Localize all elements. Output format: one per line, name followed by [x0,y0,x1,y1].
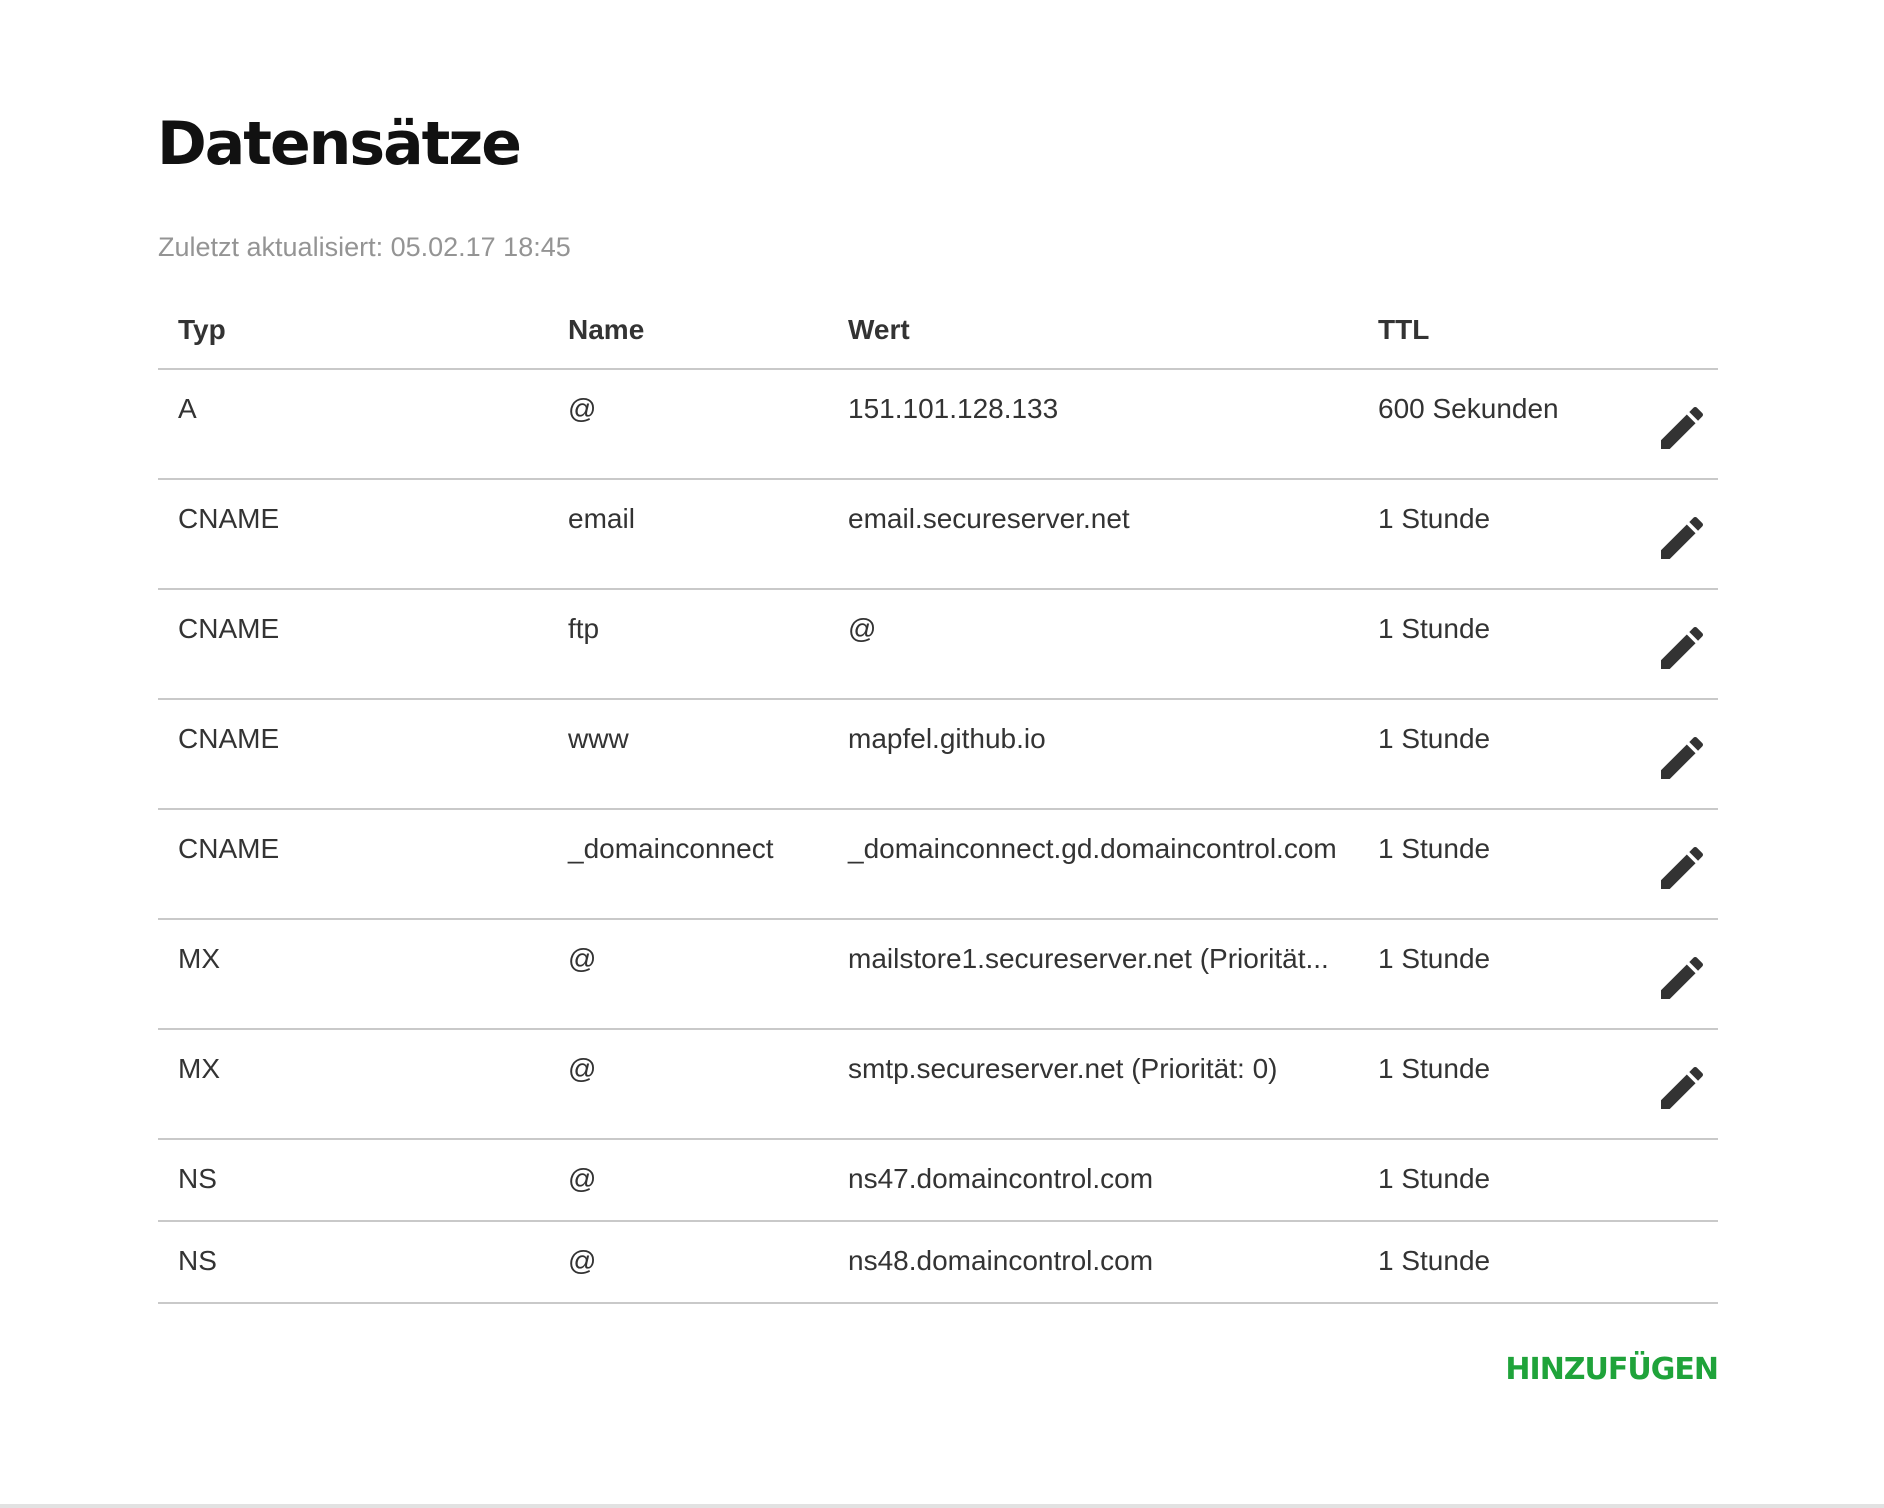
cell-name: @ [568,943,597,974]
pencil-icon [1654,1060,1710,1116]
pencil-icon [1654,400,1710,456]
table-header: Typ Name Wert TTL [158,308,1718,370]
edit-record-button[interactable] [1654,730,1710,786]
cell-wert: email.secureserver.net [848,503,1130,534]
table-row: CNAME www mapfel.github.io 1 Stunde [158,700,1718,810]
cell-ttl: 1 Stunde [1378,723,1491,754]
cell-ttl: 1 Stunde [1378,1245,1491,1276]
cell-ttl: 1 Stunde [1378,613,1491,644]
table-row: NS @ ns47.domaincontrol.com 1 Stunde [158,1140,1718,1222]
cell-wert: mailstore1.secureserver.net (Priorität..… [848,943,1329,974]
cell-actions [1638,1030,1718,1138]
header-wert: Wert [848,314,910,345]
cell-wert: smtp.secureserver.net (Priorität: 0) [848,1053,1278,1084]
pencil-icon [1654,620,1710,676]
table-row: A @151.101.128.133 600 Sekunden [158,370,1718,480]
header-typ: Typ [178,314,226,345]
pencil-icon [1654,510,1710,566]
cell-ttl: 600 Sekunden [1378,393,1559,424]
add-record-button[interactable]: HINZUFÜGEN [1505,1350,1719,1390]
cell-name: email [568,503,635,534]
page-title: Datensätze [157,109,522,179]
cell-typ: A [178,393,197,424]
edit-record-button[interactable] [1654,510,1710,566]
header-actions [1638,308,1718,368]
cell-actions [1638,370,1718,478]
edit-record-button[interactable] [1654,620,1710,676]
header-ttl: TTL [1378,314,1430,345]
pencil-icon [1654,840,1710,896]
table-row: MX @ smtp.secureserver.net (Priorität: 0) 1… [158,1030,1718,1140]
cell-ttl: 1 Stunde [1378,1053,1491,1084]
cell-ttl: 1 Stunde [1378,1163,1491,1194]
cell-actions [1638,1222,1718,1302]
cell-name: @ [568,1163,597,1194]
cell-typ: MX [178,943,220,974]
header-name: Name [568,314,645,345]
cell-actions [1638,1140,1718,1220]
cell-name: _domainconnect [568,833,774,864]
cell-typ: MX [178,1053,220,1084]
cell-actions [1638,810,1718,918]
edit-record-button[interactable] [1654,400,1710,456]
dns-records-card: Datensätze Zuletzt aktualisiert: 05.02.1… [0,0,1884,1508]
pencil-icon [1654,730,1710,786]
cell-actions [1638,920,1718,1028]
pencil-icon [1654,950,1710,1006]
cell-name: www [568,723,629,754]
table-row: MX @ mailstore1.secureserver.net (Prioritä… [158,920,1718,1030]
cell-wert: ns47.domaincontrol.com [848,1163,1154,1194]
cell-wert: ns48.domaincontrol.com [848,1245,1154,1276]
table-row: CNAME ftp @1 Stunde [158,590,1718,700]
cell-wert: _domainconnect.gd.domaincontrol.com [848,833,1337,864]
records-table: Typ Name Wert TTL A @151.101.128.133 600 S… [158,308,1718,1304]
edit-record-button[interactable] [1654,840,1710,896]
cell-actions [1638,700,1718,808]
cell-typ: CNAME [178,723,280,754]
cell-wert: mapfel.github.io [848,723,1046,754]
cell-name: @ [568,1245,597,1276]
table-row: CNAME _domainconnect _domainconnect.gd.dom… [158,810,1718,920]
cell-wert: @ [848,613,877,644]
cell-name: @ [568,393,597,424]
cell-actions [1638,590,1718,698]
table-row: CNAME email email.secureserver.net 1 Stunde [158,480,1718,590]
cell-typ: CNAME [178,503,280,534]
cell-wert: 151.101.128.133 [848,393,1059,424]
edit-record-button[interactable] [1654,1060,1710,1116]
cell-actions [1638,480,1718,588]
last-updated-text: Zuletzt aktualisiert: 05.02.17 18:45 [158,232,571,262]
cell-ttl: 1 Stunde [1378,503,1491,534]
cell-typ: CNAME [178,613,280,644]
table-body: A @151.101.128.133 600 Sekunden CNAME email e… [158,370,1718,1304]
cell-typ: CNAME [178,833,280,864]
cell-typ: NS [178,1245,217,1276]
cell-typ: NS [178,1163,217,1194]
cell-name: ftp [568,613,600,644]
edit-record-button[interactable] [1654,950,1710,1006]
table-row: NS @ ns48.domaincontrol.com 1 Stunde [158,1222,1718,1304]
cell-ttl: 1 Stunde [1378,943,1491,974]
cell-name: @ [568,1053,597,1084]
cell-ttl: 1 Stunde [1378,833,1491,864]
